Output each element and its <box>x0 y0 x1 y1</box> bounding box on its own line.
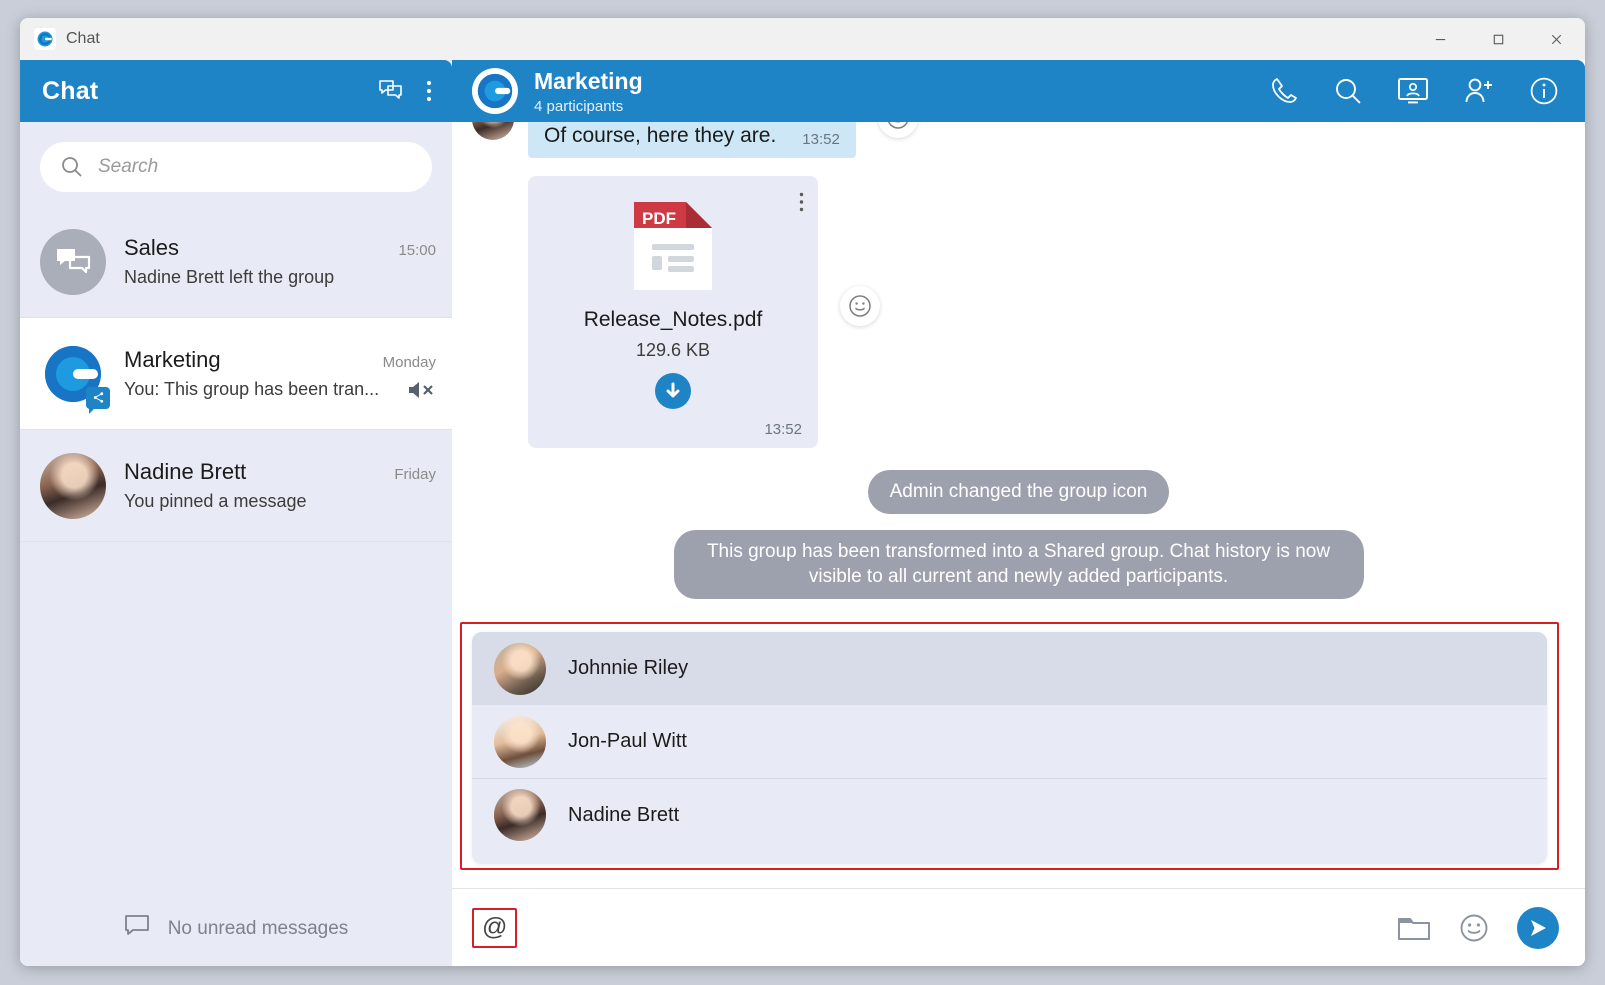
search-icon <box>62 157 82 177</box>
chat-item-meta: Sales 15:00 Nadine Brett left the group <box>124 235 436 288</box>
chat-panel: Marketing 4 participants Of course, here… <box>452 60 1585 966</box>
svg-text:PDF: PDF <box>642 209 676 228</box>
download-icon[interactable] <box>655 373 691 409</box>
screen-share-icon[interactable] <box>1397 77 1429 105</box>
speaker-muted-icon <box>396 379 436 401</box>
chat-item-name: Nadine Brett <box>124 459 247 484</box>
jonpaul-photo-avatar <box>494 715 546 768</box>
mention-item-jon-paul-witt[interactable]: Jon-Paul Witt <box>472 705 1547 778</box>
chat-list: Sales 15:00 Nadine Brett left the group <box>20 206 452 892</box>
maximize-button[interactable] <box>1469 18 1527 60</box>
system-message-icon-change: Admin changed the group icon <box>867 470 1170 514</box>
window-title: Chat <box>66 30 100 47</box>
chat-item-meta: Marketing Monday You: This group has bee… <box>124 347 436 401</box>
message-list[interactable]: Nadine Brett Of course, here they are. 1… <box>452 122 1585 888</box>
mention-button-label: @ <box>482 913 508 941</box>
marketing-group-logo <box>40 341 110 414</box>
group-chat-icon <box>40 228 106 295</box>
message-text: Of course, here they are. <box>544 124 777 147</box>
chat-participants-count: 4 participants <box>534 97 624 115</box>
file-time: 13:52 <box>764 421 802 438</box>
search-icon[interactable] <box>1333 76 1363 106</box>
chat-item-name: Sales <box>124 235 180 260</box>
sidebar-header: Chat <box>20 60 452 122</box>
message-incoming: Nadine Brett Of course, here they are. 1… <box>452 122 1585 158</box>
system-message-shared-group: This group has been transformed into a S… <box>673 529 1364 599</box>
sidebar: Chat Search Sales 15:00 Nadine Brett lef… <box>20 60 452 966</box>
unread-status-label: No unread messages <box>167 918 349 939</box>
chat-header: Marketing 4 participants <box>452 60 1585 122</box>
message-time: 13:52 <box>802 131 840 148</box>
search-box[interactable] <box>40 142 432 192</box>
close-button[interactable] <box>1527 18 1585 60</box>
app-window: Chat Chat Search Sales 15:00 Nadine Bret… <box>20 18 1585 966</box>
emoji-reaction-icon[interactable] <box>840 286 880 326</box>
chat-header-info: Marketing 4 participants <box>534 68 643 115</box>
message-composer: @ <box>452 888 1585 966</box>
composer-actions <box>1397 906 1559 949</box>
chat-item-name: Marketing <box>124 346 221 372</box>
new-chat-icon[interactable] <box>378 79 404 103</box>
chat-item-time: 15:00 <box>398 242 436 259</box>
mention-button[interactable]: @ <box>472 907 518 948</box>
chat-item-preview: Nadine Brett left the group <box>124 267 335 287</box>
emoji-icon[interactable] <box>1459 913 1489 943</box>
mention-popup-highlight: Johnnie Riley Jon-Paul Witt Nadine Brett <box>460 622 1559 870</box>
shared-group-badge <box>86 386 110 414</box>
search-area <box>20 122 452 206</box>
nadine-photo-avatar <box>494 789 546 841</box>
unread-status-bar: No unread messages <box>20 892 452 966</box>
file-attachment-card[interactable]: PDF Release_Notes.pdf 129.6 KB 13:52 <box>528 176 818 448</box>
nadine-photo-avatar <box>40 452 106 519</box>
mention-popup[interactable]: Johnnie Riley Jon-Paul Witt Nadine Brett <box>472 632 1547 864</box>
mention-item-label: Nadine Brett <box>568 803 680 826</box>
message-bubble[interactable]: Nadine Brett Of course, here they are. 1… <box>528 122 856 158</box>
mention-item-label: Jon-Paul Witt <box>568 730 687 752</box>
title-bar: Chat <box>20 18 1585 60</box>
chat-title: Marketing <box>534 67 643 94</box>
sidebar-title: Chat <box>42 76 99 105</box>
send-icon[interactable] <box>1517 906 1559 949</box>
chat-header-avatar <box>472 68 518 114</box>
add-participant-icon[interactable] <box>1463 76 1495 106</box>
folder-icon[interactable] <box>1397 913 1431 943</box>
chat-item-time: Friday <box>394 466 436 483</box>
search-input[interactable] <box>98 156 412 178</box>
call-icon[interactable] <box>1269 76 1299 106</box>
mention-item-johnnie-riley[interactable]: Johnnie Riley <box>472 632 1547 705</box>
message-file: PDF Release_Notes.pdf 129.6 KB 13:52 <box>452 176 1585 448</box>
info-icon[interactable] <box>1529 76 1559 106</box>
chat-list-item-sales[interactable]: Sales 15:00 Nadine Brett left the group <box>20 206 452 318</box>
message-avatar-nadine <box>472 122 514 140</box>
chat-header-actions <box>1269 76 1559 106</box>
emoji-reaction-icon[interactable] <box>877 122 918 138</box>
sidebar-header-actions <box>378 79 432 103</box>
chat-item-preview: You pinned a message <box>124 491 307 511</box>
chat-item-preview: You: This group has been tran... <box>124 379 380 399</box>
johnnie-photo-avatar <box>494 642 546 695</box>
window-controls <box>1411 18 1585 60</box>
window-body: Chat Search Sales 15:00 Nadine Brett lef… <box>20 60 1585 966</box>
kebab-menu-icon[interactable] <box>426 79 432 103</box>
kebab-menu-icon[interactable] <box>799 192 804 217</box>
speech-bubble-icon <box>124 914 152 944</box>
mention-item-nadine-brett[interactable]: Nadine Brett <box>472 778 1547 851</box>
app-logo-icon <box>34 28 56 50</box>
minimize-button[interactable] <box>1411 18 1469 60</box>
chat-list-item-nadine-brett[interactable]: Nadine Brett Friday You pinned a message <box>20 430 452 542</box>
chat-item-time: Monday <box>382 353 436 371</box>
chat-item-meta: Nadine Brett Friday You pinned a message <box>124 459 436 512</box>
file-name: Release_Notes.pdf <box>583 308 763 331</box>
pdf-file-icon: PDF <box>634 202 712 290</box>
file-size: 129.6 KB <box>635 340 711 360</box>
mention-item-label: Johnnie Riley <box>568 657 689 679</box>
chat-list-item-marketing[interactable]: Marketing Monday You: This group has bee… <box>20 318 452 430</box>
